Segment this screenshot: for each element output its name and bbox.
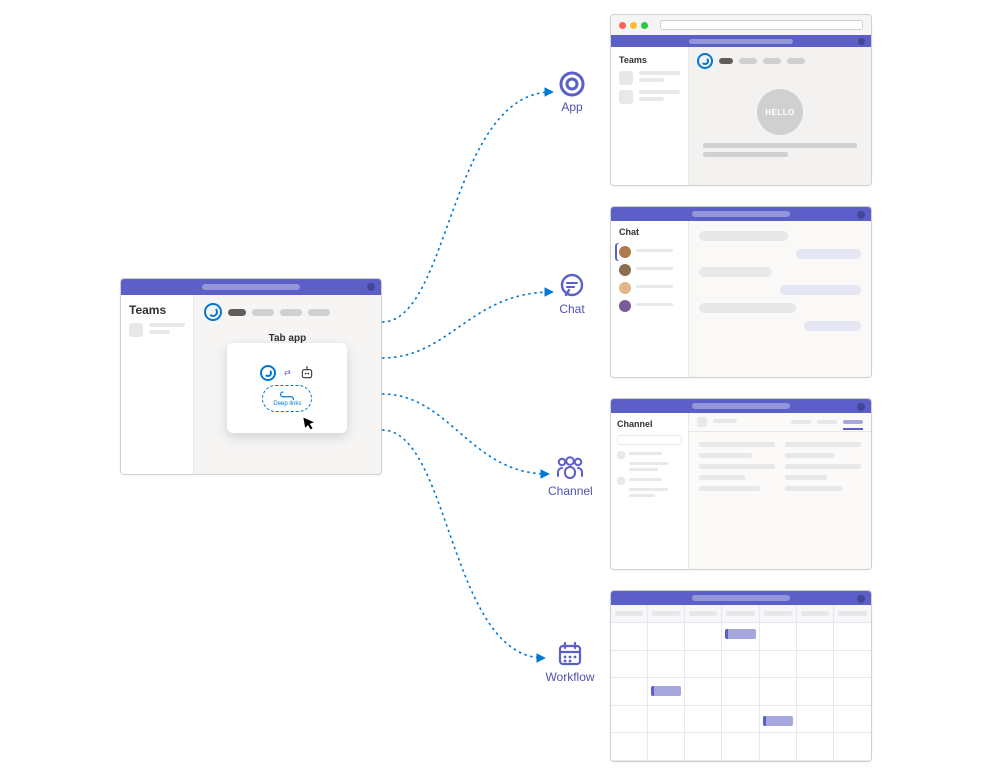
channel-target-window: Channel [610,398,872,570]
destination-caption: Workflow [544,670,596,684]
avatar [619,264,631,276]
deep-link-label: Deep links [273,401,301,407]
chat-message [699,303,796,313]
destination-workflow-label: Workflow [544,640,596,684]
chat-list-item [615,243,684,261]
connector-to-channel [382,394,548,474]
content-column [785,442,861,497]
deep-link-card: ⇄ Deep links [227,343,347,433]
app-target-window: Teams HELLO [610,14,872,186]
calendar-event [763,716,793,726]
app-sidebar: Teams [611,47,689,185]
chat-icon [558,272,586,300]
tab-pill [719,58,733,64]
calendar-grid [611,605,871,761]
chat-list-item [615,297,684,315]
tab-pill [763,58,781,64]
chat-message [699,267,772,277]
chat-list-item [615,279,684,297]
chat-message [796,249,861,259]
app-logo-icon [204,303,222,321]
titlebar-search-placeholder [202,284,300,290]
window-titlebar [611,35,871,47]
app-content-pane: HELLO [689,47,871,185]
tab-pill [787,58,805,64]
sidebar-header: Channel [617,419,682,429]
active-tab [843,420,863,424]
tab-pill [252,309,274,316]
avatar [619,246,631,258]
avatar [619,282,631,294]
workflow-target-window [610,590,872,762]
channel-content [689,413,871,569]
sidebar-item [619,71,680,85]
destination-caption: Channel [548,484,592,498]
channel-tabs [194,295,381,329]
calendar-event [725,629,755,639]
tab-surface: Tab app ⇄ Deep links [194,295,381,475]
tab-pill [228,309,246,316]
window-avatar-dot [367,283,375,291]
sidebar-header: Teams [129,303,185,317]
avatar [619,300,631,312]
browser-chrome [611,15,871,35]
connector-to-app [382,92,552,322]
destination-channel-label: Channel [548,454,592,498]
bidirectional-arrow-icon: ⇄ [284,368,291,377]
app-target-icon [558,70,586,98]
sidebar-item [619,90,680,104]
hello-avatar: HELLO [757,89,803,135]
team-group [617,451,682,471]
sidebar-header: Chat [619,227,684,237]
source-teams-window: Teams Tab app ⇄ [120,278,382,475]
people-team-icon [553,454,587,482]
chat-message [780,285,861,295]
bot-icon [299,365,315,381]
window-titlebar [611,591,871,605]
connector-to-workflow [382,430,544,658]
tab-pill [280,309,302,316]
cursor-icon [301,414,320,433]
chat-list-item [615,261,684,279]
app-logo-icon [260,365,276,381]
connector-to-chat [382,292,552,358]
app-logo-icon [697,53,713,69]
teams-sidebar: Teams [121,295,194,475]
calendar-event [651,686,681,696]
calendar-icon [556,640,584,668]
content-column [699,442,775,497]
destination-chat-label: Chat [556,272,588,316]
window-titlebar [121,279,381,295]
sidebar-header: Teams [619,55,680,65]
chat-message [804,321,861,331]
chat-message [699,231,788,241]
chat-sidebar: Chat [611,221,689,377]
chat-thread [689,221,871,377]
destination-app-label: App [556,70,588,114]
channel-sidebar: Channel [611,413,689,569]
deep-link-chip[interactable]: Deep links [262,385,312,412]
channel-header [689,413,871,432]
address-bar [660,20,863,30]
link-icon [280,390,294,400]
chat-target-window: Chat [610,206,872,378]
tab-pill [308,309,330,316]
destination-caption: Chat [556,302,588,316]
sidebar-item [129,323,185,337]
tab-pill [739,58,757,64]
sidebar-search [617,435,682,445]
window-titlebar [611,399,871,413]
traffic-light-icons [619,22,648,29]
destination-caption: App [556,100,588,114]
window-titlebar [611,207,871,221]
team-group [617,477,682,497]
